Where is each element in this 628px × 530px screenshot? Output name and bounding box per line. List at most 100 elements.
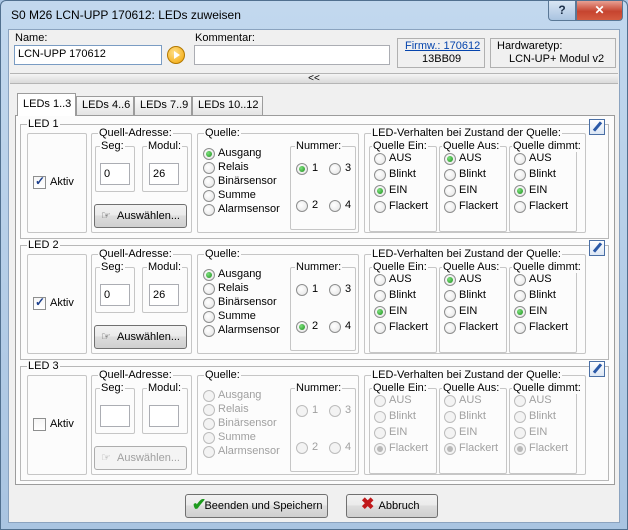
number-label: Nummer: [295,140,343,152]
behavior-radio[interactable] [514,290,526,302]
behavior-radio[interactable] [374,306,386,318]
tab-leds-1-3[interactable]: LEDs 1..3 [17,93,76,116]
close-button[interactable]: ✕ [576,1,623,21]
behavior-radio[interactable] [514,201,526,213]
number-radio[interactable] [329,321,341,333]
behavior-radio[interactable] [444,201,456,213]
behavior-radio[interactable] [374,322,386,334]
name-field[interactable]: LCN-UPP 170612 [14,45,162,65]
arrow-right-icon[interactable] [167,46,185,64]
source-address-group: Quell-Adresse: Seg: Modul: ☞ Auswählen... [91,369,192,475]
source-radio[interactable] [203,162,215,174]
source-radio[interactable] [203,446,215,458]
modul-input[interactable] [149,405,179,427]
tab-leds-10-12[interactable]: LEDs 10..12 [192,96,263,115]
behavior-radio[interactable] [444,427,456,439]
behavior-radio[interactable] [374,274,386,286]
number-radio[interactable] [296,163,308,175]
behavior-radio[interactable] [374,443,386,455]
behavior-radio[interactable] [444,306,456,318]
number-radio[interactable] [329,284,341,296]
source-radio[interactable] [203,390,215,402]
behavior-radio[interactable] [514,395,526,407]
behavior-radio[interactable] [374,185,386,197]
tab-leds-7-9[interactable]: LEDs 7..9 [134,96,192,115]
behavior-radio[interactable] [514,427,526,439]
number-radio[interactable] [329,200,341,212]
behavior-radio[interactable] [444,185,456,197]
number-radio[interactable] [329,442,341,454]
source-radio[interactable] [203,297,215,309]
number-option-label: 2 [312,441,319,453]
behavior-radio[interactable] [374,290,386,302]
edit-icon[interactable] [589,119,605,135]
seg-input[interactable]: 0 [100,163,130,185]
source-radio[interactable] [203,418,215,430]
behavior-radio[interactable] [444,395,456,407]
source-radio[interactable] [203,204,215,216]
number-radio[interactable] [296,200,308,212]
behavior-radio[interactable] [444,274,456,286]
select-address-label: Auswählen... [117,210,180,222]
behavior-radio[interactable] [444,290,456,302]
comment-field[interactable] [194,45,390,65]
behavior-radio[interactable] [514,411,526,423]
source-radio[interactable] [203,283,215,295]
number-radio[interactable] [296,321,308,333]
behavior-radio[interactable] [514,443,526,455]
behavior-radio[interactable] [444,411,456,423]
source-radio[interactable] [203,148,215,160]
collapse-bar[interactable]: << [10,73,618,84]
behavior-radio[interactable] [514,153,526,165]
number-radio[interactable] [296,405,308,417]
tab-leds-4-6[interactable]: LEDs 4..6 [76,96,134,115]
edit-icon[interactable] [589,240,605,256]
source-radio[interactable] [203,325,215,337]
behavior-radio[interactable] [514,185,526,197]
source-radio[interactable] [203,269,215,281]
source-radio[interactable] [203,176,215,188]
behavior-radio[interactable] [444,169,456,181]
behavior-radio[interactable] [374,201,386,213]
behavior-radio[interactable] [514,322,526,334]
behavior-radio[interactable] [444,443,456,455]
modul-input[interactable]: 26 [149,284,179,306]
source-radio[interactable] [203,311,215,323]
source-radio[interactable] [203,404,215,416]
select-address-button[interactable]: ☞ Auswählen... [94,446,187,470]
seg-input[interactable]: 0 [100,284,130,306]
edit-icon[interactable] [589,361,605,377]
behavior-radio[interactable] [374,427,386,439]
behavior-label: LED-Verhalten bei Zustand der Quelle: [371,248,562,260]
behavior-option-label: EIN [389,426,408,438]
select-address-button[interactable]: ☞ Auswählen... [94,204,187,228]
number-radio[interactable] [329,163,341,175]
behavior-radio[interactable] [514,274,526,286]
behavior-radio[interactable] [374,153,386,165]
firmware-link[interactable]: Firmw.: 170612 [405,40,480,52]
source-radio[interactable] [203,432,215,444]
behavior-radio[interactable] [514,306,526,318]
modul-input[interactable]: 26 [149,163,179,185]
source-radio[interactable] [203,190,215,202]
number-radio[interactable] [296,442,308,454]
aktiv-checkbox[interactable] [33,295,46,310]
behavior-radio[interactable] [444,322,456,334]
behavior-radio[interactable] [374,395,386,407]
help-button[interactable]: ? [548,1,576,21]
aktiv-checkbox[interactable] [33,174,46,189]
aktiv-checkbox[interactable] [33,418,46,431]
save-button[interactable]: ✔ Beenden und Speichern [185,494,328,518]
select-address-button[interactable]: ☞ Auswählen... [94,325,187,349]
number-radio[interactable] [329,405,341,417]
title-bar[interactable]: S0 M26 LCN-UPP 170612: LEDs zuweisen ? ✕ [1,1,627,29]
number-radio[interactable] [296,284,308,296]
behavior-radio[interactable] [374,411,386,423]
arrow-triangle [174,51,180,59]
behavior-radio[interactable] [514,169,526,181]
seg-input[interactable] [100,405,130,427]
behavior-radio[interactable] [444,153,456,165]
behavior-radio[interactable] [374,169,386,181]
behavior-column: Quelle dimmt: AUS Blinkt EIN Flackert [509,261,582,353]
cancel-button[interactable]: ✖ Abbruch [346,494,438,518]
